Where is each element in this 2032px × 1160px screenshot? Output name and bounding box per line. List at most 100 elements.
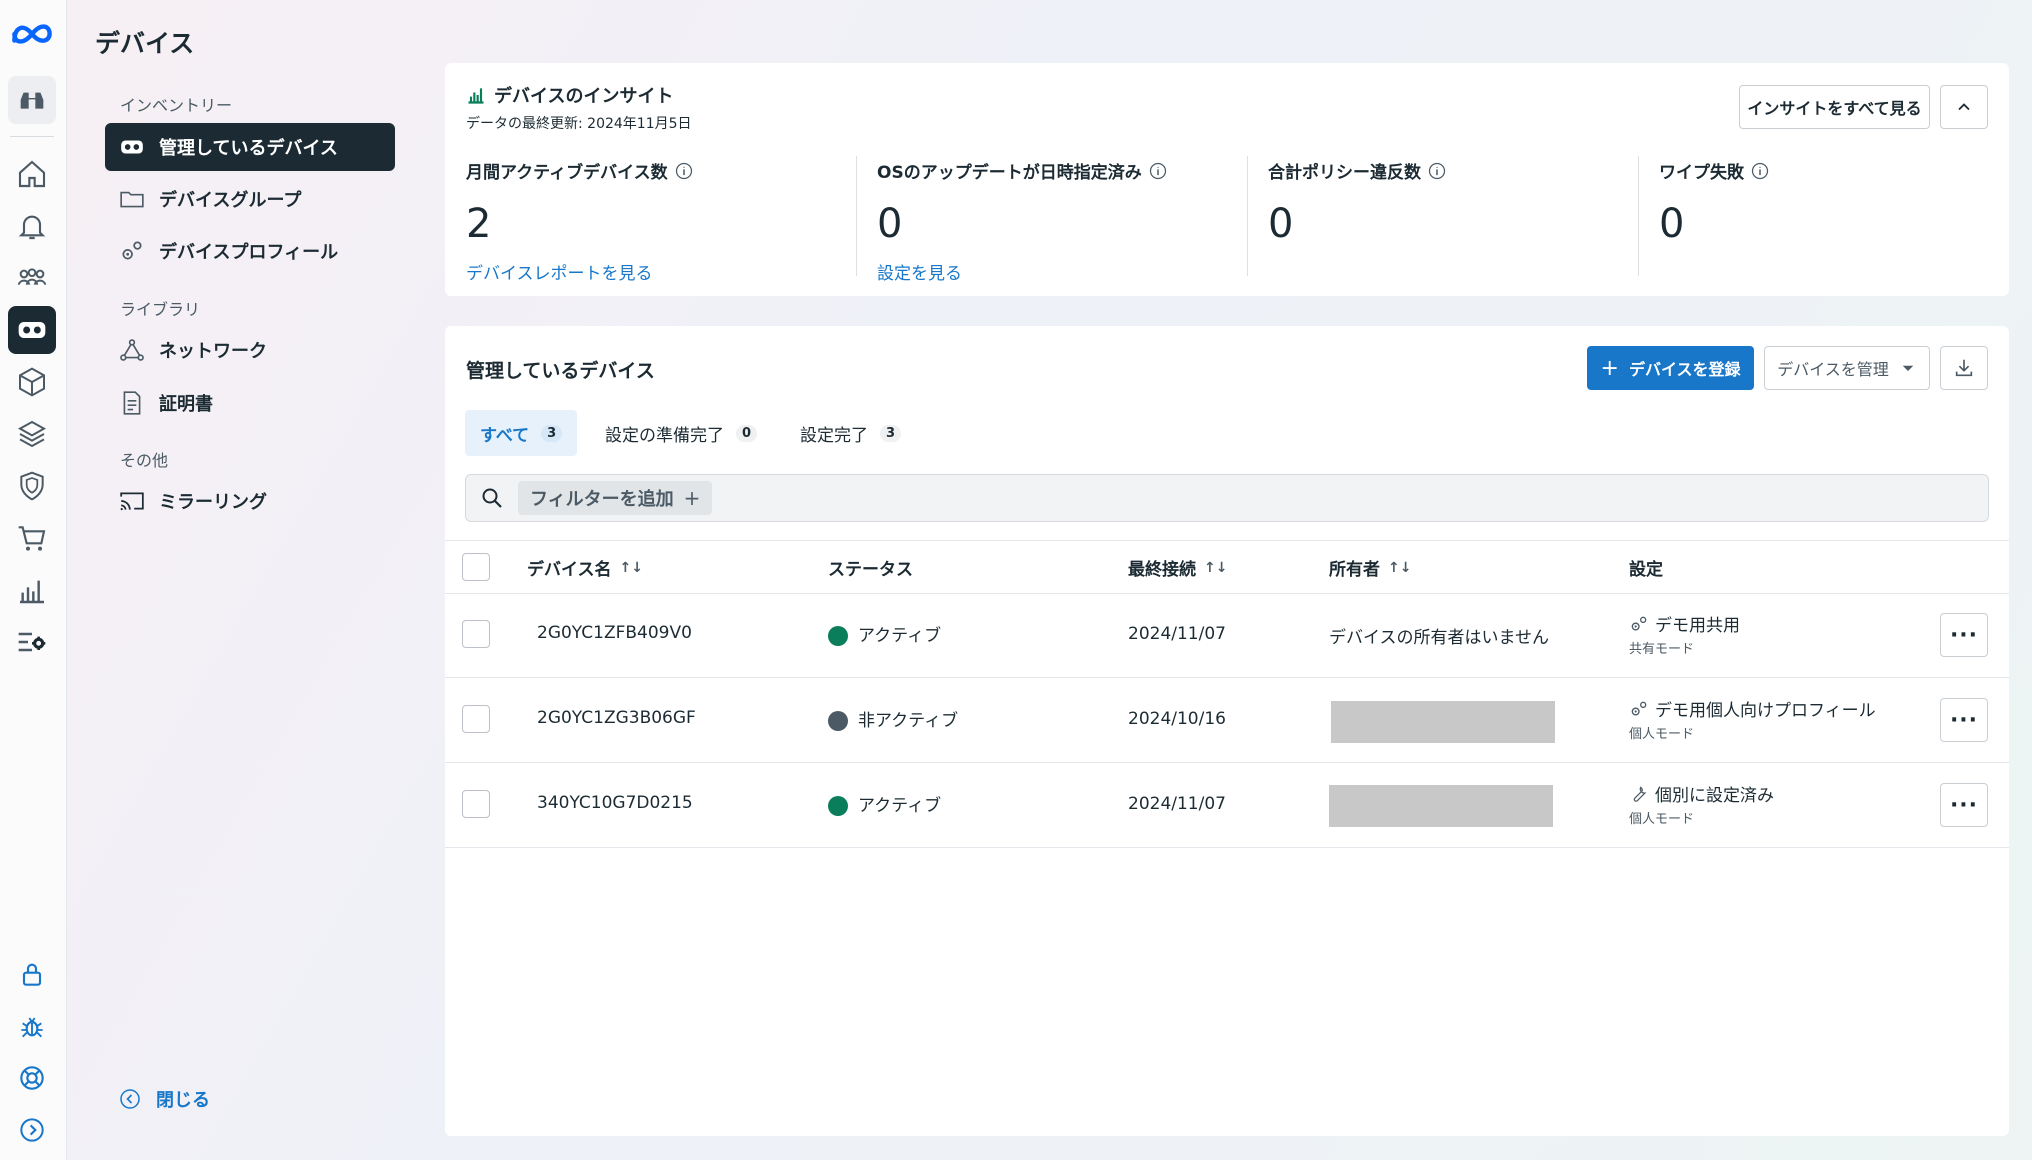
column-header-settings: 設定 [1629,560,1663,580]
plus-icon: + [1600,355,1619,381]
register-device-label: デバイスを登録 [1628,360,1741,379]
status-dot-icon [828,711,848,731]
gears-icon [117,236,147,266]
setting-mode: 個人モード [1629,727,1695,742]
tab-label: 設定の準備完了 [605,425,724,446]
nav-item-managed-devices[interactable]: 管理しているデバイス [105,123,395,171]
column-header-owner[interactable]: 所有者 ↑↓ [1329,555,1411,581]
meta-logo-icon[interactable] [8,10,56,58]
nav-item-label: デバイスプロフィール [159,242,339,263]
nav-item-mirroring[interactable]: ミラーリング [105,477,395,525]
close-label: 閉じる [156,1090,210,1111]
network-icon [117,335,147,365]
select-all-checkbox[interactable] [462,553,490,581]
vr-headset-icon[interactable] [8,306,56,354]
tab-ready-to-setup[interactable]: 設定の準備完了 0 [590,410,772,456]
info-icon[interactable] [1427,161,1447,181]
row-checkbox[interactable] [462,790,490,818]
home-icon[interactable] [8,150,56,198]
bug-icon[interactable] [8,1002,56,1050]
nav-item-device-groups[interactable]: デバイスグループ [105,175,395,223]
table-header: デバイス名 ↑↓ ステータス 最終接続 ↑↓ 所有者 ↑↓ 設定 [445,540,2009,594]
setting-name[interactable]: 個別に設定済み [1655,781,1774,806]
folder-icon [117,184,147,214]
add-filter-chip[interactable]: フィルターを追加 + [518,481,713,515]
owner-redacted [1329,785,1553,827]
status-text: アクティブ [858,626,942,646]
sort-icon[interactable]: ↑↓ [1204,560,1227,576]
owner-redacted [1331,701,1555,743]
help-lifebuoy-icon[interactable] [8,1054,56,1102]
metric-label: OSのアップデートが日時指定済み [877,163,1142,183]
status-cell: 非アクティブ [828,706,958,731]
status-cell: アクティブ [828,621,941,646]
register-device-button[interactable]: + デバイスを登録 [1587,346,1754,390]
binoculars-icon[interactable] [8,76,56,124]
download-button[interactable] [1940,346,1988,390]
device-name[interactable]: 340YC10G7D0215 [537,793,693,813]
cart-icon[interactable] [8,514,56,562]
bell-icon[interactable] [8,202,56,250]
chevron-up-icon [1958,103,1970,111]
device-name[interactable]: 2G0YC1ZFB409V0 [537,623,692,643]
wrench-icon [1633,785,1647,802]
nav-item-certificates[interactable]: 証明書 [105,379,395,427]
tab-setup-complete[interactable]: 設定完了 3 [785,410,916,456]
table-row[interactable]: 2G0YC1ZG3B06GF 非アクティブ 2024/10/16 デモ用個人向け… [445,678,2009,763]
plus-icon: + [683,486,701,510]
nav-item-device-profiles[interactable]: デバイスプロフィール [105,227,395,275]
settings-list-icon[interactable] [8,618,56,666]
layers-icon[interactable] [8,410,56,458]
cube-icon[interactable] [8,358,56,406]
nav-item-network[interactable]: ネットワーク [105,326,395,374]
device-report-link[interactable]: デバイスレポートを見る [466,259,694,284]
info-icon[interactable] [1148,161,1168,181]
column-header-status: ステータス [828,560,913,580]
users-icon[interactable] [8,254,56,302]
shield-icon[interactable] [8,462,56,510]
nav-item-label: ミラーリング [159,492,267,513]
see-all-insights-button[interactable]: インサイトをすべて見る [1739,85,1930,129]
manage-devices-dropdown[interactable]: デバイスを管理 [1764,346,1930,390]
sort-icon[interactable]: ↑↓ [1388,560,1411,576]
manage-devices-label: デバイスを管理 [1777,360,1889,379]
chevron-left-circle-icon [120,1089,140,1109]
tab-count-badge: 3 [541,424,563,442]
row-checkbox[interactable] [462,705,490,733]
device-name[interactable]: 2G0YC1ZG3B06GF [537,708,696,728]
row-more-button[interactable]: ··· [1940,783,1988,827]
collapse-insights-button[interactable] [1940,85,1988,129]
setting-name[interactable]: デモ用個人向けプロフィール [1655,696,1876,721]
close-sidebar-button[interactable]: 閉じる [118,1086,210,1112]
insights-last-updated: データの最終更新: 2024年11月5日 [466,116,692,132]
status-text: アクティブ [858,796,942,816]
column-header-device-name[interactable]: デバイス名 ↑↓ [527,555,643,581]
setting-mode: 共有モード [1629,642,1695,657]
caret-down-icon [1902,365,1914,371]
tab-count-badge: 3 [880,424,902,442]
setting-name[interactable]: デモ用共用 [1655,611,1740,636]
filter-bar[interactable]: フィルターを追加 + [465,474,1989,522]
setting-cell: デモ用共用 共有モード [1629,611,1740,657]
bar-chart-icon[interactable] [8,566,56,614]
add-filter-label: フィルターを追加 [530,489,674,510]
row-more-button[interactable]: ··· [1940,613,1988,657]
row-more-button[interactable]: ··· [1940,698,1988,742]
page-title: デバイス [95,29,195,58]
download-icon [1955,359,1973,377]
table-row[interactable]: 340YC10G7D0215 アクティブ 2024/11/07 個別に設定済み … [445,763,2009,848]
column-header-last-connected[interactable]: 最終接続 ↑↓ [1128,555,1227,581]
info-icon[interactable] [1750,161,1770,181]
view-settings-link[interactable]: 設定を見る [877,259,1168,284]
info-icon[interactable] [674,161,694,181]
last-connected: 2024/10/16 [1128,709,1226,729]
metric-value: 2 [466,201,492,247]
insights-title: デバイスのインサイト [466,82,673,108]
table-row[interactable]: 2G0YC1ZFB409V0 アクティブ 2024/11/07 デバイスの所有者… [445,593,2009,678]
tab-all[interactable]: すべて 3 [465,410,578,456]
row-checkbox[interactable] [462,620,490,648]
expand-icon[interactable] [8,1106,56,1154]
metric-monthly-active: 月間アクティブデバイス数 2 デバイスレポートを見る [466,158,694,284]
sort-icon[interactable]: ↑↓ [620,560,643,576]
lock-icon[interactable] [8,950,56,998]
